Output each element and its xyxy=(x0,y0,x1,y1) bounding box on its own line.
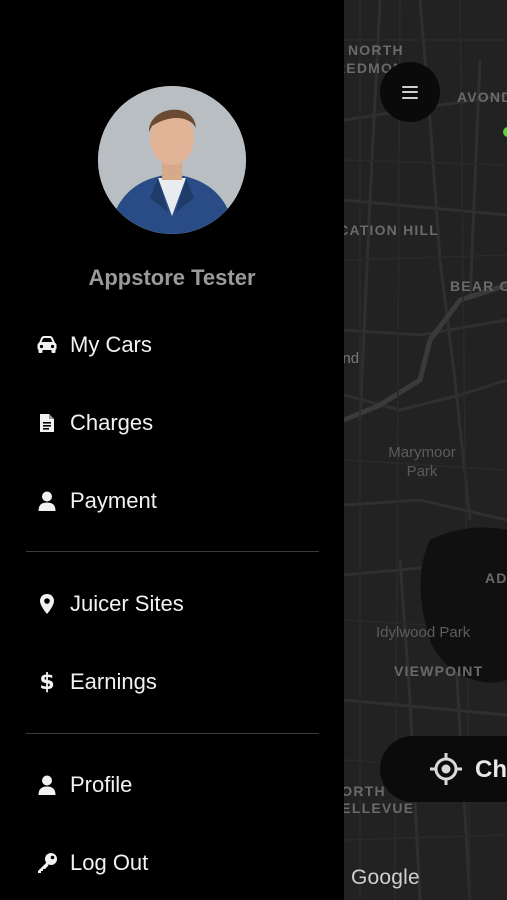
menu-item-my-cars[interactable]: My Cars xyxy=(0,315,344,375)
document-icon xyxy=(36,412,58,434)
car-icon xyxy=(36,334,58,356)
hamburger-menu-button[interactable] xyxy=(380,62,440,122)
navigation-drawer: Appstore Tester My Cars Charges Payment … xyxy=(0,0,344,900)
menu-item-label: Profile xyxy=(70,772,133,797)
map-label: NORTH xyxy=(348,42,404,58)
menu-item-label: Payment xyxy=(70,488,157,513)
check-in-label: Ch xyxy=(475,756,507,783)
menu-divider xyxy=(26,733,319,734)
menu-item-payment[interactable]: Payment xyxy=(0,471,344,531)
google-attribution: Google xyxy=(351,866,420,889)
person-icon xyxy=(36,490,58,512)
hamburger-icon xyxy=(402,85,418,99)
lake-shape xyxy=(420,527,507,683)
map-label: Marymoor Park xyxy=(388,444,456,480)
map-label: AD xyxy=(485,570,507,586)
map-pin-icon xyxy=(36,593,58,615)
user-name: Appstore Tester xyxy=(88,265,256,290)
dollar-icon: $ xyxy=(39,669,55,695)
menu-item-earnings[interactable]: $ Earnings xyxy=(0,652,344,712)
menu-item-juicer-sites[interactable]: Juicer Sites xyxy=(0,574,344,634)
map-label: VIEWPOINT xyxy=(394,663,484,679)
avatar[interactable] xyxy=(98,86,246,234)
menu-item-charges[interactable]: Charges xyxy=(0,393,344,453)
map-label: BEAR C xyxy=(450,278,507,294)
key-icon xyxy=(36,852,58,874)
menu-item-label: Earnings xyxy=(70,669,157,694)
map-label: AVOND xyxy=(457,89,507,105)
check-in-button[interactable]: Ch xyxy=(380,736,507,802)
menu-item-label: Juicer Sites xyxy=(70,591,184,616)
person-icon xyxy=(36,774,58,796)
menu-divider xyxy=(26,551,319,552)
crosshair-location-icon xyxy=(430,753,462,785)
profile-photo xyxy=(98,86,246,234)
menu-item-label: Log Out xyxy=(70,850,149,875)
menu-item-log-out[interactable]: Log Out xyxy=(0,833,344,893)
menu-item-label: Charges xyxy=(70,410,154,435)
menu-item-label: My Cars xyxy=(70,332,152,357)
map-label: Idylwood Park xyxy=(376,624,471,641)
menu-item-profile[interactable]: Profile xyxy=(0,755,344,815)
station-marker[interactable] xyxy=(503,127,507,137)
